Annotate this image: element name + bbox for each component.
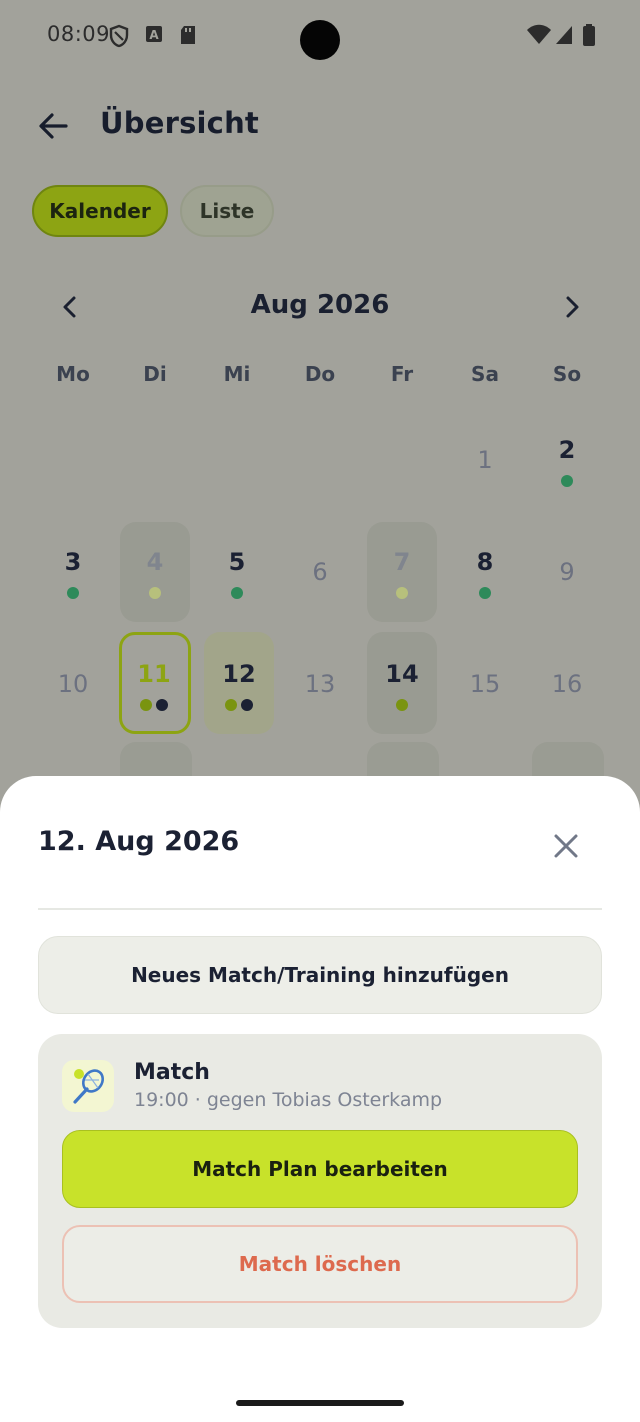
sd-card-icon [179, 24, 197, 50]
event-dot [396, 587, 408, 599]
delete-match-button[interactable]: Match löschen [62, 1225, 578, 1303]
next-month-button[interactable] [558, 292, 586, 322]
camera-cutout [300, 20, 340, 60]
calendar-day[interactable]: 2 [532, 424, 602, 520]
weekday-label: Mi [223, 362, 251, 386]
event-subtitle: 19:00 · gegen Tobias Osterkamp [134, 1089, 443, 1111]
signal-icon [554, 24, 574, 50]
calendar-day-highlighted[interactable]: 12 [204, 632, 274, 734]
edit-match-plan-button[interactable]: Match Plan bearbeiten [62, 1130, 578, 1208]
shield-icon [108, 24, 130, 52]
calendar-day[interactable]: 5 [202, 536, 272, 632]
calendar-day[interactable]: 15 [450, 648, 520, 744]
calendar-day[interactable]: 1 [450, 424, 520, 520]
calendar-day[interactable]: 3 [38, 536, 108, 632]
calendar-day[interactable]: 6 [285, 536, 355, 632]
calendar-day[interactable]: 4 [120, 522, 190, 622]
arrow-left-icon [39, 113, 68, 139]
weekday-label: Mo [56, 362, 90, 386]
tennis-racket-icon [62, 1060, 114, 1112]
weekday-label: Do [304, 362, 336, 386]
sheet-title: 12. Aug 2026 [38, 826, 240, 857]
font-a-icon: A [145, 24, 163, 48]
calendar-day[interactable]: 7 [367, 522, 437, 622]
home-indicator[interactable] [236, 1400, 404, 1406]
event-dot [67, 587, 79, 599]
event-dot [225, 699, 237, 711]
calendar-day[interactable]: 8 [450, 536, 520, 632]
battery-icon [582, 24, 596, 52]
page-title: Übersicht [100, 106, 259, 140]
event-dot [231, 587, 243, 599]
event-dot [396, 699, 408, 711]
svg-text:A: A [149, 28, 159, 42]
close-button[interactable] [548, 828, 584, 864]
weekday-label: Di [143, 362, 167, 386]
weekday-label: So [552, 362, 582, 386]
event-dot [156, 699, 168, 711]
calendar-day[interactable]: 9 [532, 536, 602, 632]
back-button[interactable] [36, 106, 72, 146]
calendar-day[interactable]: 10 [38, 648, 108, 744]
close-icon [554, 834, 578, 858]
weekday-label: Fr [390, 362, 414, 386]
divider [38, 908, 602, 910]
weekday-label: Sa [471, 362, 499, 386]
chevron-right-icon [566, 296, 579, 318]
event-dot [561, 475, 573, 487]
add-match-training-button[interactable]: Neues Match/Training hinzufügen [38, 936, 602, 1014]
tab-liste[interactable]: Liste [180, 185, 274, 237]
event-title: Match [134, 1060, 210, 1085]
wifi-icon [526, 24, 552, 50]
calendar-day[interactable]: 16 [532, 648, 602, 744]
status-time: 08:09 [47, 22, 111, 46]
event-dot [140, 699, 152, 711]
calendar-day[interactable]: 14 [367, 632, 437, 734]
event-dot [241, 699, 253, 711]
calendar-day[interactable]: 13 [285, 648, 355, 744]
month-label: Aug 2026 [250, 290, 390, 320]
tab-kalender[interactable]: Kalender [32, 185, 168, 237]
calendar-day-selected[interactable]: 11 [119, 632, 191, 734]
event-dot [479, 587, 491, 599]
event-dot [149, 587, 161, 599]
status-bar: 08:09 A [0, 0, 640, 72]
